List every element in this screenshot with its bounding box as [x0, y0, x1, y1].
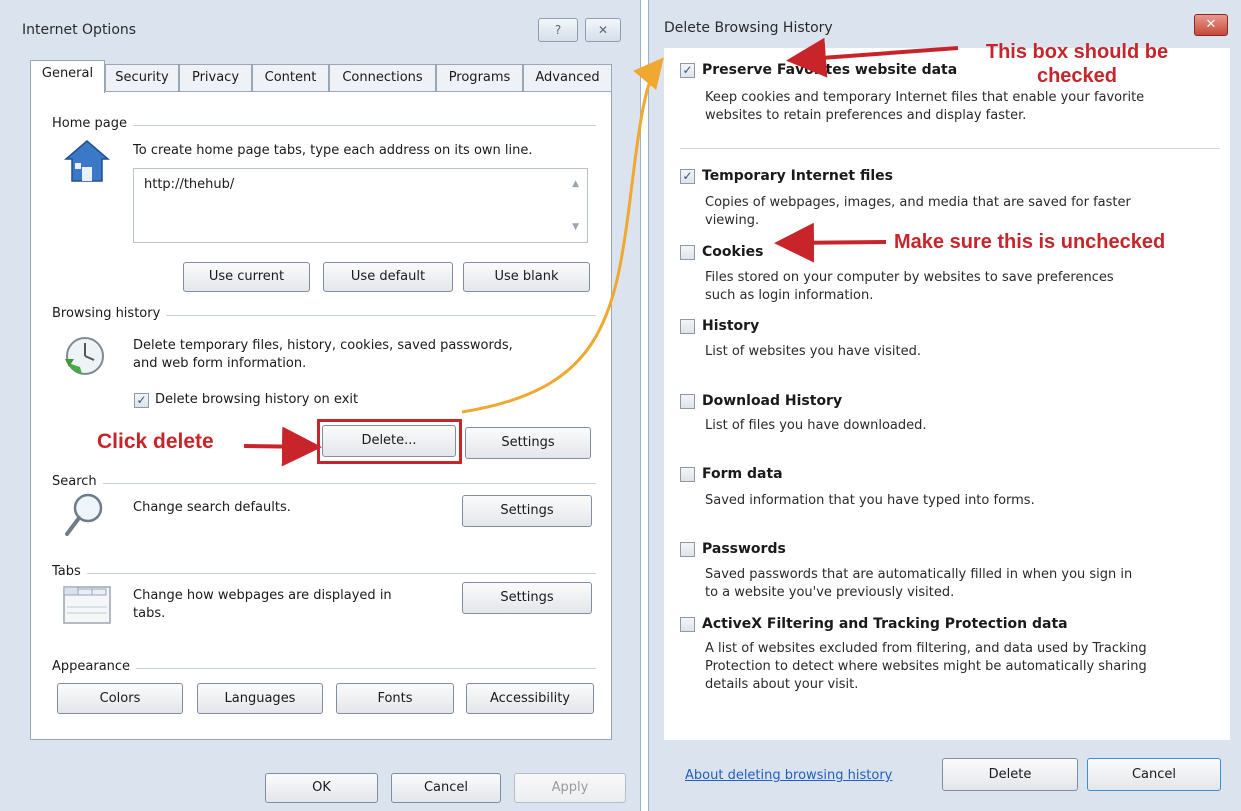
unchecked-arrow — [774, 222, 887, 263]
click-delete-arrow — [243, 426, 322, 467]
tab-general[interactable]: General — [30, 60, 105, 93]
orange-connector-arrow — [461, 57, 664, 414]
checked-arrow — [786, 37, 959, 78]
annotation-arrows — [243, 37, 959, 467]
